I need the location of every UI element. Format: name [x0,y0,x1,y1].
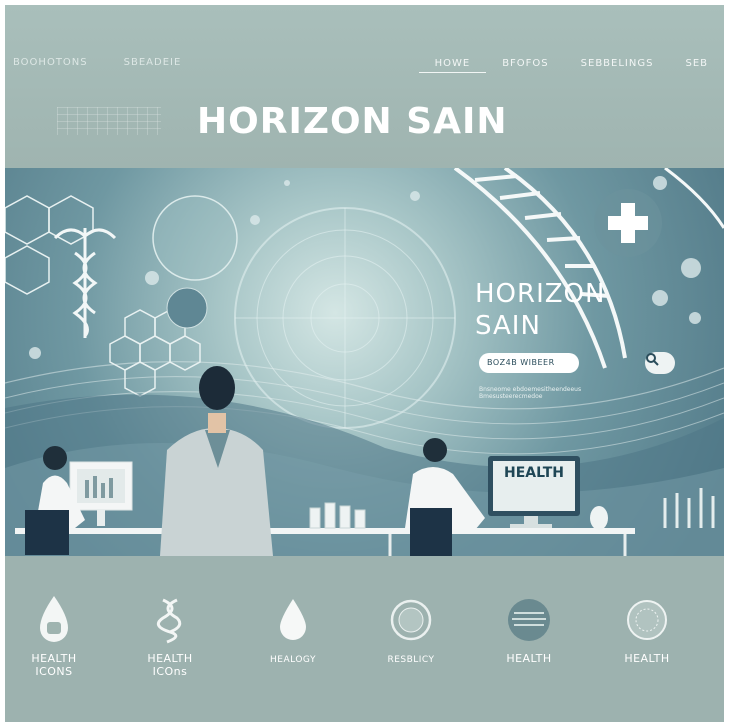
hero-title: HORIZON SAIN [475,278,605,342]
drop-bottle-icon [40,596,68,642]
striped-sphere-icon [166,287,208,329]
center-doctor-figure-icon [160,366,273,556]
nav-home-link[interactable]: HOWE [418,55,487,73]
nav-left-item[interactable]: BOOHOTONS [13,57,88,68]
drop-icon [280,599,306,640]
feature-item[interactable]: RESBLICY [361,592,461,667]
nav-link[interactable]: SEBBELINGS [565,55,670,73]
nav-link[interactable]: BFOFOS [486,55,564,73]
medical-cross-icon [594,189,662,257]
hero-title-line1: HORIZON [475,279,606,309]
desk [15,528,635,534]
dna-knot-icon [156,598,182,644]
feature-label: HEALTH [31,652,77,665]
monitor-health-label: HEALTH [504,465,564,481]
nav-left: BOOHOTONS SBEADEIE [13,57,181,68]
lab-flask-icon [590,506,608,530]
feature-label: HEALTH [506,652,552,665]
grid-decoration [57,107,161,135]
feature-item[interactable]: HEALTH [479,592,579,665]
hero-search-button[interactable] [645,352,675,374]
caduceus-icon [53,228,117,338]
feature-icons-row: HEALTH ICONS HEALTH ICOns HEALOGY RESBLI… [5,556,724,722]
ring-icon [390,599,432,641]
hero-illustration [5,168,724,556]
feature-item[interactable]: HEALTH [597,592,697,665]
hero-title-line2: SAIN [475,311,541,341]
search-icon [646,353,659,366]
nav-left-item[interactable]: SBEADEIE [124,57,182,68]
stripe-circle-icon [508,599,550,641]
feature-label: HEALOGY [270,655,316,665]
hero-banner: HEALTH HORIZON SAIN BOZ4B WIBEER Bnsneom… [5,168,724,556]
main-navigation: HOWE BFOFOS SEBBELINGS SEB [418,55,724,73]
feature-item[interactable]: HEALTH ICONS [5,592,104,678]
feature-item[interactable]: HEALOGY [243,592,343,667]
radar-circles-icon [234,207,456,429]
hero-search-input[interactable]: BOZ4B WIBEER [479,353,579,373]
feature-sublabel: ICOns [152,665,188,678]
site-header: BOOHOTONS SBEADEIE HOWE BFOFOS SEBBELING… [5,5,724,168]
feature-item[interactable]: HEALTH ICOns [120,592,220,678]
nav-link[interactable]: SEB [669,55,724,73]
feature-label: HEALTH [147,652,193,665]
hero-caption: Bnsneome ebdoemesitheendeeus Bmesusteere… [479,386,582,400]
feature-label: HEALTH [624,652,670,665]
dotted-circle-icon [627,600,667,640]
brand-title: HORIZON SAIN [197,101,508,142]
feature-sublabel: ICONS [35,665,73,678]
page-frame: BOOHOTONS SBEADEIE HOWE BFOFOS SEBBELING… [5,5,724,722]
feature-label: RESBLICY [387,655,435,665]
cell-circle-icon [152,195,238,281]
